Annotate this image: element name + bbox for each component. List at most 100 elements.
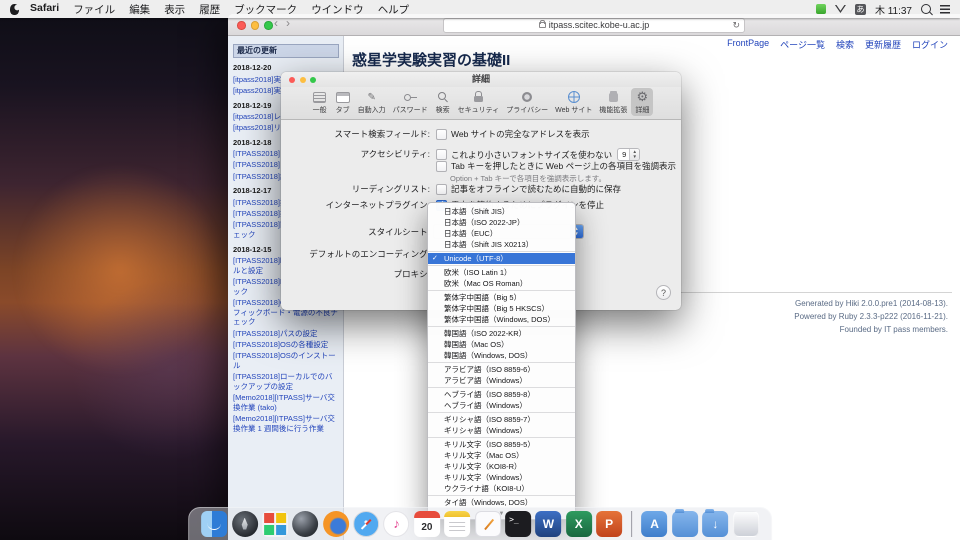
encoding-option[interactable]: キリル文字（ISO 8859-5） xyxy=(428,439,575,450)
wiki-nav-link[interactable]: 検索 xyxy=(836,38,854,51)
help-button[interactable]: ? xyxy=(656,285,671,300)
notes-dock-icon[interactable] xyxy=(444,511,470,537)
reload-icon[interactable]: ↻ xyxy=(732,19,740,32)
system-preferences-dock-icon[interactable] xyxy=(292,511,318,537)
prefs-tab-security[interactable]: セキュリティ xyxy=(455,88,503,116)
prefs-tab-extensions[interactable]: 機能拡張 xyxy=(596,88,630,116)
sidebar-link[interactable]: [Memo2018][ITPASS]サーバ交換作業 (tako) xyxy=(233,393,339,413)
sidebar-link[interactable]: [ITPASS2018]パスの設定 xyxy=(233,329,339,339)
menubar-clock[interactable]: 木 11:37 xyxy=(875,2,912,17)
encoding-option[interactable]: アラビア語（ISO 8859-6） xyxy=(428,364,575,375)
zoom-button[interactable] xyxy=(264,21,273,30)
encoding-option[interactable]: ギリシャ語（ISO 8859-7） xyxy=(428,414,575,425)
battery-icon[interactable] xyxy=(816,4,826,14)
reading-list-checkbox[interactable]: 記事をオフラインで読むために自動的に保存 xyxy=(436,183,681,195)
encoding-option[interactable]: ヘブライ語（ISO 8859-8） xyxy=(428,389,575,400)
encoding-option[interactable]: 日本語（EUC） xyxy=(428,228,575,239)
encoding-option[interactable]: キリル文字（Windows） xyxy=(428,472,575,483)
excel-dock-icon[interactable]: X xyxy=(566,511,592,537)
input-source-icon[interactable]: あ xyxy=(855,4,866,15)
checkbox[interactable] xyxy=(436,129,447,140)
menubar-item[interactable]: Safari xyxy=(30,2,59,17)
mission-control-dock-icon[interactable] xyxy=(262,511,288,537)
minimize-button[interactable] xyxy=(251,21,260,30)
zoom-button[interactable] xyxy=(310,77,316,83)
spotlight-icon[interactable] xyxy=(921,4,931,14)
encoding-option[interactable]: 繁体字中国語（Big 5 HKSCS） xyxy=(428,303,575,314)
encoding-option[interactable]: ギリシャ語（Windows） xyxy=(428,425,575,436)
encoding-option[interactable]: 韓国語（ISO 2022-KR） xyxy=(428,328,575,339)
close-button[interactable] xyxy=(237,21,246,30)
encoding-option[interactable]: 繁体字中国語（Big 5） xyxy=(428,292,575,303)
calendar-dock-icon[interactable]: 20 xyxy=(414,511,440,537)
minimize-button[interactable] xyxy=(300,77,306,83)
pages-dock-icon[interactable] xyxy=(475,511,501,537)
notification-center-icon[interactable] xyxy=(940,5,950,14)
menubar-item[interactable]: ヘルプ xyxy=(378,2,410,17)
word-dock-icon[interactable]: W xyxy=(535,511,561,537)
wiki-nav-link[interactable]: FrontPage xyxy=(727,38,769,51)
encoding-option[interactable]: 日本語（ISO 2022-JP） xyxy=(428,217,575,228)
documents-folder-dock-icon[interactable] xyxy=(672,511,698,537)
encoding-option[interactable]: 日本語（Shift JIS） xyxy=(428,206,575,217)
encoding-option[interactable]: 日本語（Shift JIS X0213） xyxy=(428,239,575,250)
firefox-dock-icon[interactable] xyxy=(323,511,349,537)
sidebar-link[interactable]: [ITPASS2018]OSの各種設定 xyxy=(233,340,339,350)
terminal-dock-icon[interactable]: >_ xyxy=(505,511,531,537)
close-button[interactable] xyxy=(289,77,295,83)
sidebar-link[interactable]: [ITPASS2018]ローカルでのバックアップの設定 xyxy=(233,372,339,392)
applications-folder-dock-icon[interactable]: A xyxy=(642,511,668,537)
sidebar-link[interactable]: [ITPASS2018]OSのインストール xyxy=(233,351,339,371)
prefs-tab-general[interactable]: 一般 xyxy=(309,88,331,116)
wiki-nav-link[interactable]: ページ一覧 xyxy=(780,38,825,51)
finder-dock-icon[interactable] xyxy=(201,511,227,537)
tab-highlight-checkbox[interactable]: Tab キーを押したときに Web ページ上の各項目を強調表示 xyxy=(436,160,681,172)
prefs-tab-privacy[interactable]: プライバシー xyxy=(503,88,551,116)
itunes-dock-icon[interactable]: ♪ xyxy=(384,511,410,537)
encoding-option[interactable]: 繁体字中国語（Windows, DOS） xyxy=(428,314,575,325)
menubar-item[interactable]: 履歴 xyxy=(199,2,220,17)
powerpoint-dock-icon[interactable]: P xyxy=(596,511,622,537)
back-forward-buttons[interactable]: ‹› xyxy=(274,16,298,30)
safari-dock-icon[interactable] xyxy=(353,511,379,537)
encoding-option[interactable]: キリル文字（Mac OS） xyxy=(428,450,575,461)
encoding-option[interactable]: 欧米（Mac OS Roman） xyxy=(428,278,575,289)
prefs-tab-advanced[interactable]: ⚙詳細 xyxy=(631,88,653,116)
encoding-option[interactable]: 韓国語（Windows, DOS） xyxy=(428,350,575,361)
encoding-option[interactable]: 欧米（ISO Latin 1） xyxy=(428,267,575,278)
smart-search-label: スマート検索フィールド: xyxy=(281,128,436,140)
menubar-item[interactable]: ウインドウ xyxy=(311,2,364,17)
encoding-option[interactable]: アラビア語（Windows） xyxy=(428,375,575,386)
prefs-tab-passwords[interactable]: パスワード xyxy=(390,88,431,116)
encoding-option[interactable]: ヘブライ語（Windows） xyxy=(428,400,575,411)
encoding-option[interactable]: 韓国語（Mac OS） xyxy=(428,339,575,350)
checkbox[interactable] xyxy=(436,161,447,172)
menu-separator xyxy=(428,387,575,388)
trash-dock-icon[interactable] xyxy=(733,511,759,537)
menubar-item[interactable]: 表示 xyxy=(164,2,185,17)
prefs-tab-websites[interactable]: Web サイト xyxy=(552,88,595,116)
encoding-option[interactable]: ウクライナ語（KOI8-U） xyxy=(428,483,575,494)
apple-menu-icon[interactable] xyxy=(10,4,19,15)
prefs-tab-autofill[interactable]: ✎自動入力 xyxy=(355,88,389,116)
prefs-tab-label: 検索 xyxy=(436,105,450,115)
encoding-option[interactable]: Unicode（UTF-8） xyxy=(428,253,575,264)
address-bar[interactable]: itpass.scitec.kobe-u.ac.jp ↻ xyxy=(443,18,745,33)
encoding-option[interactable]: キリル文字（KOI8-R） xyxy=(428,461,575,472)
preferences-titlebar: 詳細 xyxy=(281,72,681,87)
wifi-icon[interactable] xyxy=(835,5,846,13)
checkbox[interactable] xyxy=(436,149,447,160)
prefs-tab-search[interactable]: 検索 xyxy=(432,88,454,116)
launchpad-dock-icon[interactable] xyxy=(232,511,258,537)
downloads-folder-dock-icon[interactable]: ↓ xyxy=(702,511,728,537)
prefs-tab-tabs[interactable]: タブ xyxy=(332,88,354,116)
lock-icon xyxy=(539,22,546,28)
menubar-item[interactable]: ブックマーク xyxy=(234,2,297,17)
wiki-nav-link[interactable]: 更新履歴 xyxy=(865,38,901,51)
checkbox[interactable] xyxy=(436,184,447,195)
menubar-item[interactable]: 編集 xyxy=(129,2,150,17)
sidebar-link[interactable]: [Memo2018][ITPASS]サーバ交換作業 1 週間後に行う作業 xyxy=(233,414,339,434)
wiki-nav-link[interactable]: ログイン xyxy=(912,38,948,51)
smart-search-checkbox[interactable]: Web サイトの完全なアドレスを表示 xyxy=(436,128,681,140)
menubar-item[interactable]: ファイル xyxy=(73,2,115,17)
